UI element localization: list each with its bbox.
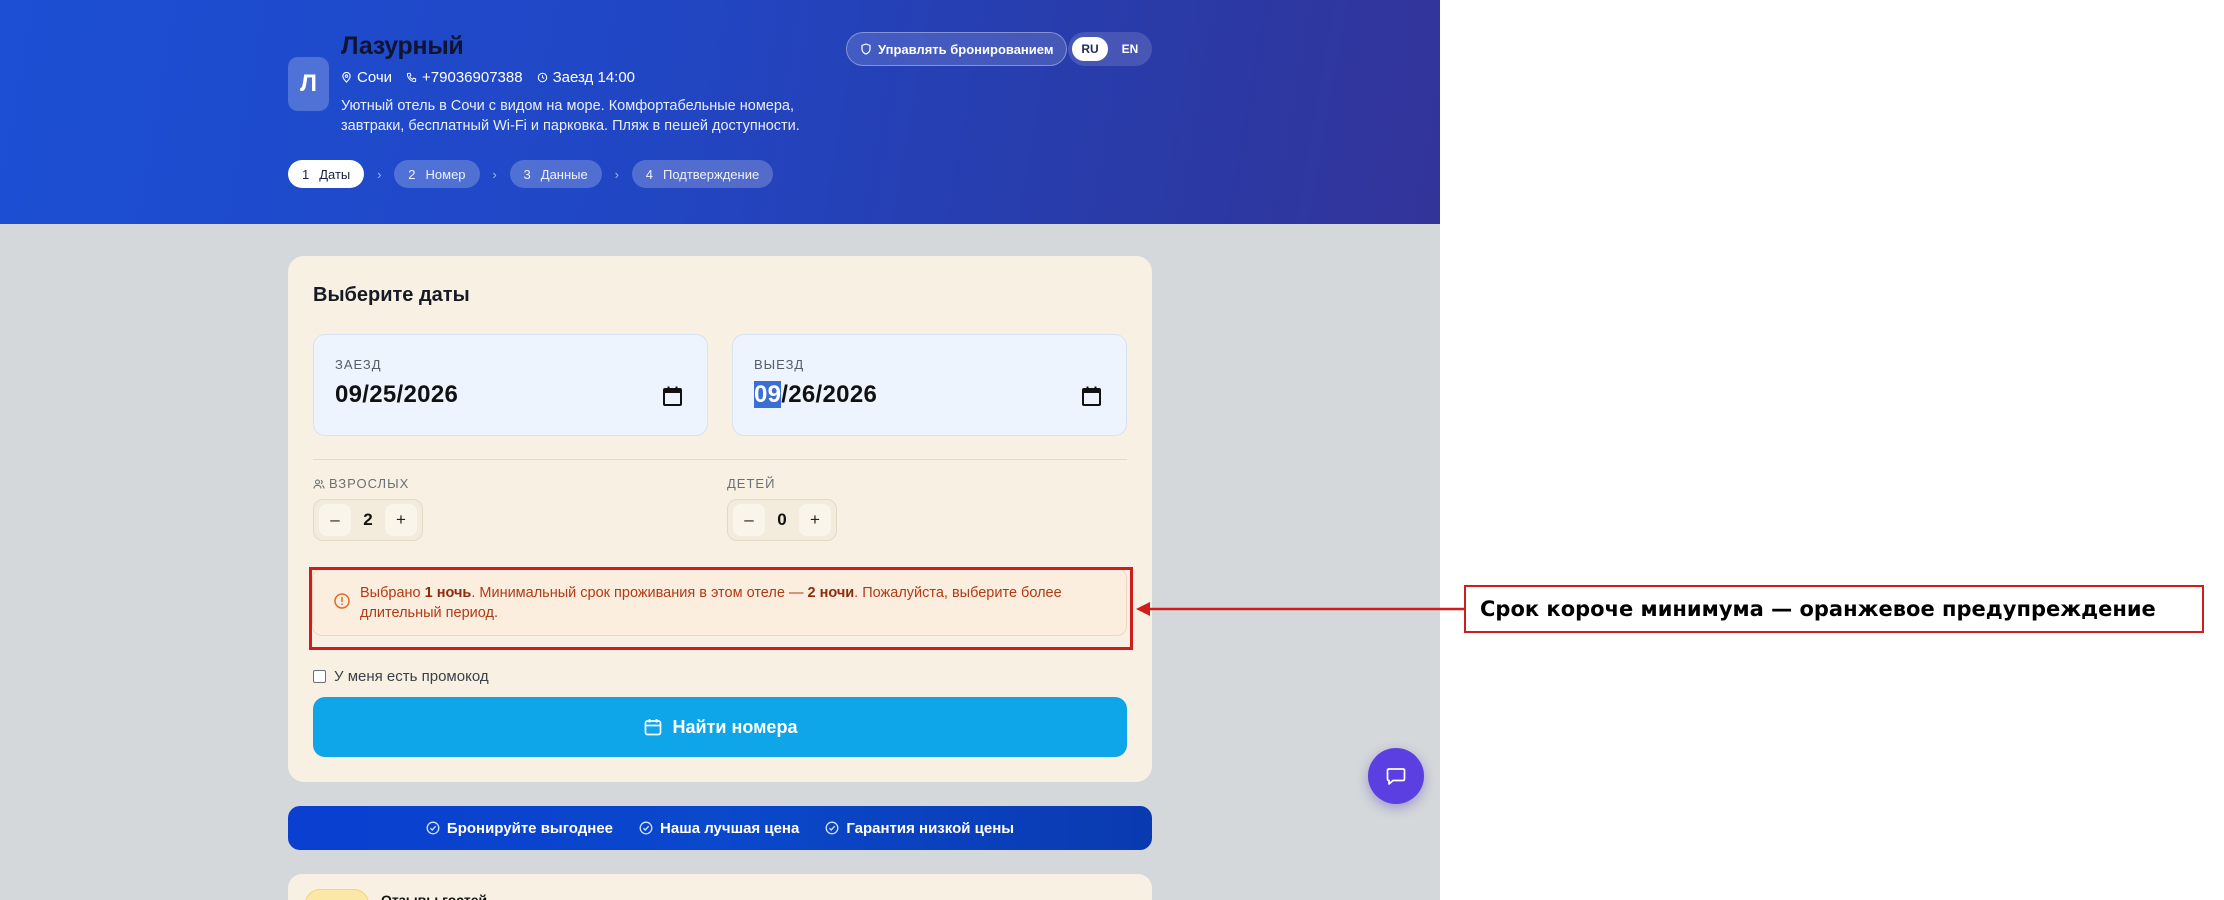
phone-icon: [406, 72, 417, 83]
children-label: ДЕТЕЙ: [727, 476, 775, 491]
language-switcher: RU EN: [1068, 32, 1152, 66]
calendar-icon[interactable]: [662, 385, 683, 407]
checkin-date-field[interactable]: ЗАЕЗД 09/25/2026: [313, 334, 708, 436]
hotel-phone[interactable]: +79036907388: [406, 69, 523, 86]
rating-badge: [305, 889, 369, 900]
manage-booking-button[interactable]: Управлять бронированием: [846, 32, 1068, 66]
checkout-date-rest: /26/2026: [781, 381, 878, 408]
dates-card-title: Выберите даты: [313, 284, 470, 306]
checkin-time-text: Заезд 14:00: [552, 69, 635, 86]
hotel-avatar: Л: [288, 57, 329, 111]
chevron-right-icon: ›: [377, 166, 382, 182]
find-rooms-button[interactable]: Найти номера: [313, 697, 1127, 757]
city-text: Сочи: [357, 69, 393, 86]
benefits-bar: Бронируйте выгоднее Наша лучшая цена Гар…: [288, 806, 1152, 850]
annotation-arrow: [1136, 602, 1464, 616]
hotel-description: Уютный отель в Сочи с видом на море. Ком…: [341, 98, 800, 134]
users-icon: [313, 478, 325, 489]
reviews-title: Отзывы гостей: [381, 892, 488, 900]
step-confirmation[interactable]: 4 Подтверждение: [631, 160, 774, 188]
benefit-text: Гарантия низкой цены: [846, 819, 1015, 837]
section-divider: [313, 459, 1127, 460]
children-increment-button[interactable]: +: [799, 504, 831, 536]
annotation-callout: Срок короче минимума — оранжевое предупр…: [1464, 585, 2204, 633]
adults-stepper: – 2 +: [313, 499, 423, 541]
step-label: Даты: [319, 166, 351, 182]
chat-button[interactable]: [1368, 748, 1424, 804]
benefit-text: Наша лучшая цена: [660, 819, 800, 837]
adults-decrement-button[interactable]: –: [319, 504, 351, 536]
calendar-icon[interactable]: [1081, 385, 1102, 407]
promo-code-checkbox[interactable]: [313, 670, 326, 683]
benefit-item: Наша лучшая цена: [639, 820, 799, 837]
phone-text: +79036907388: [422, 69, 523, 86]
step-label: Данные: [540, 166, 588, 182]
checkin-label: ЗАЕЗД: [335, 357, 382, 372]
step-label: Номер: [425, 166, 466, 182]
hotel-name: Лазурный: [341, 32, 464, 60]
adults-label-text: ВЗРОСЛЫХ: [329, 476, 410, 491]
step-label: Подтверждение: [662, 166, 760, 182]
chat-bubble-icon: [1386, 768, 1406, 785]
children-decrement-button[interactable]: –: [733, 504, 765, 536]
checkout-month-selected[interactable]: 09: [754, 381, 782, 408]
children-stepper: – 0 +: [727, 499, 837, 541]
benefit-text: Бронируйте выгоднее: [446, 819, 614, 837]
dates-card: Выберите даты ЗАЕЗД 09/25/2026 ВЫЕЗД 09/…: [288, 256, 1152, 782]
adults-count: 2: [363, 510, 373, 529]
lang-en-button[interactable]: EN: [1112, 37, 1148, 61]
checkin-date-value[interactable]: 09/25/2026: [335, 381, 458, 409]
manage-booking-label: Управлять бронированием: [878, 41, 1054, 57]
children-label-text: ДЕТЕЙ: [727, 476, 776, 491]
location-pin-icon: [342, 72, 351, 83]
promo-code-option[interactable]: У меня есть промокод: [313, 668, 489, 685]
booking-steps: 1 Даты › 2 Номер › 3 Данные › 4 Подтверж…: [288, 160, 774, 188]
promo-code-label: У меня есть промокод: [334, 668, 489, 685]
hotel-meta: Сочи +79036907388 Заезд 14:00: [341, 69, 635, 86]
reviews-section: Отзывы гостей: [288, 874, 1152, 900]
calendar-icon: [644, 719, 661, 736]
chevron-right-icon: ›: [492, 166, 497, 182]
check-circle-icon: [426, 821, 440, 835]
hotel-city: Сочи: [341, 69, 392, 86]
step-number: 4: [645, 166, 653, 182]
check-circle-icon: [825, 821, 839, 835]
benefit-item: Гарантия низкой цены: [825, 820, 1014, 837]
adults-label: ВЗРОСЛЫХ: [313, 476, 409, 491]
step-number: 3: [523, 166, 531, 182]
step-dates[interactable]: 1 Даты: [288, 160, 365, 188]
booking-page: Л Лазурный Сочи +79036907388 Заезд 14:00…: [0, 0, 1440, 900]
chevron-right-icon: ›: [614, 166, 619, 182]
step-details[interactable]: 3 Данные: [509, 160, 602, 188]
hotel-header: Л Лазурный Сочи +79036907388 Заезд 14:00…: [0, 0, 1440, 224]
lang-ru-button[interactable]: RU: [1072, 37, 1108, 61]
children-count: 0: [777, 510, 787, 529]
shield-icon: [861, 43, 871, 55]
benefit-item: Бронируйте выгоднее: [426, 820, 613, 837]
check-circle-icon: [639, 821, 653, 835]
checkout-date-field[interactable]: ВЫЕЗД 09/26/2026: [732, 334, 1127, 436]
checkout-label: ВЫЕЗД: [754, 357, 805, 372]
checkout-date-value[interactable]: 09/26/2026: [754, 381, 877, 409]
step-room[interactable]: 2 Номер: [394, 160, 480, 188]
find-rooms-label: Найти номера: [672, 716, 798, 737]
annotation-highlight-box: [309, 567, 1133, 650]
step-number: 1: [302, 166, 310, 182]
checkin-time: Заезд 14:00: [537, 69, 635, 86]
clock-icon: [537, 72, 547, 83]
step-number: 2: [408, 166, 416, 182]
adults-increment-button[interactable]: +: [385, 504, 417, 536]
